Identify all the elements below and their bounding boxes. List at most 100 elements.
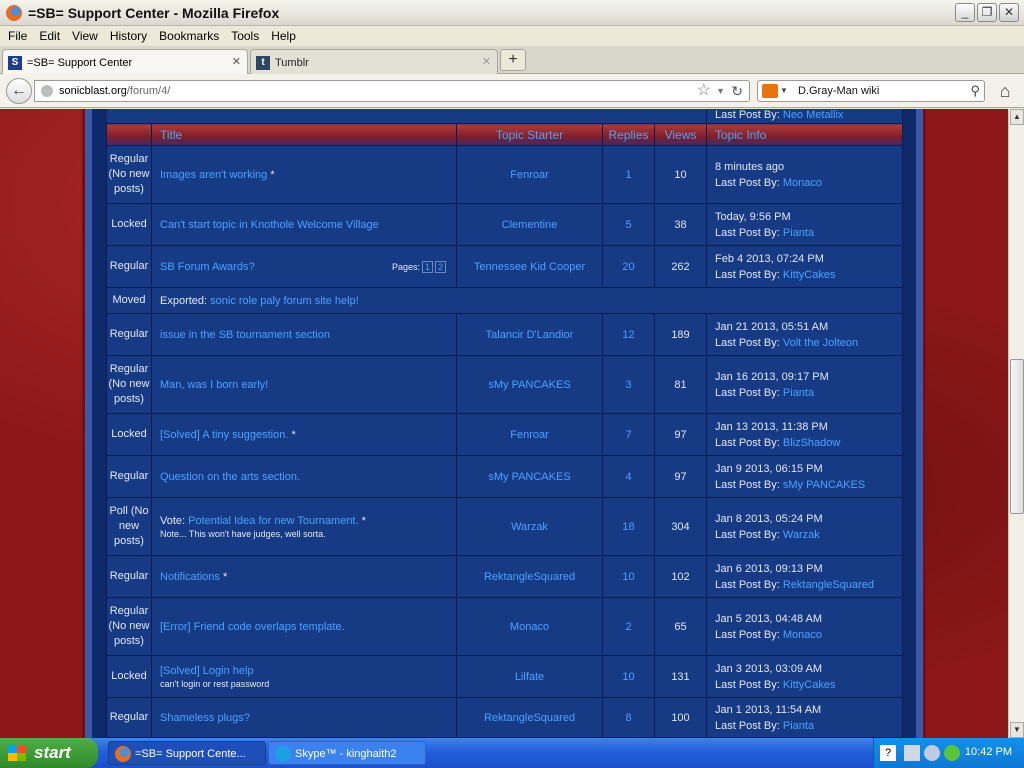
menu-edit[interactable]: Edit — [33, 29, 66, 43]
topic-link[interactable]: Man, was I born early! — [160, 379, 268, 391]
replies-link[interactable]: 2 — [625, 621, 631, 633]
scroll-down-arrow-icon[interactable]: ▼ — [1010, 722, 1024, 738]
topic-link[interactable]: issue in the SB tournament section — [160, 329, 330, 341]
starter-link[interactable]: RektangleSquared — [484, 712, 575, 724]
skype-status-icon[interactable] — [944, 745, 960, 761]
header-views[interactable]: Views — [654, 123, 707, 146]
network-icon[interactable] — [904, 745, 920, 761]
new-tab-button[interactable]: + — [500, 49, 526, 71]
replies-link[interactable]: 10 — [622, 571, 634, 583]
topic-link[interactable]: [Solved] A tiny suggestion. — [160, 429, 288, 441]
replies-link[interactable]: 4 — [625, 471, 631, 483]
last-post-user-link[interactable]: Monaco — [783, 629, 822, 641]
user-link[interactable]: Neo Metallix — [783, 109, 844, 121]
taskbar-item-firefox[interactable]: =SB= Support Cente... — [108, 741, 266, 765]
replies-link[interactable]: 3 — [625, 379, 631, 391]
last-post-user-link[interactable]: Pianta — [783, 227, 814, 239]
replies-link[interactable]: 1 — [625, 169, 631, 181]
replies-link[interactable]: 10 — [622, 671, 634, 683]
replies-link[interactable]: 12 — [622, 329, 634, 341]
chevron-down-icon[interactable]: ▼ — [780, 81, 788, 101]
search-icon[interactable]: ⚲ — [970, 81, 980, 101]
chevron-down-icon[interactable]: ▼ — [716, 81, 725, 101]
last-post-user-link[interactable]: Warzak — [783, 529, 820, 541]
header-topic-info[interactable]: Topic Info — [706, 123, 903, 146]
last-post-user-link[interactable]: KittyCakes — [783, 679, 836, 691]
last-post-user-link[interactable]: KittyCakes — [783, 269, 836, 281]
topic-link[interactable]: Potential Idea for new Tournament. — [188, 515, 358, 527]
page-link[interactable]: 2 — [434, 260, 446, 273]
scroll-up-arrow-icon[interactable]: ▲ — [1010, 109, 1024, 125]
starter-link[interactable]: Tennessee Kid Cooper — [474, 261, 585, 273]
topic-info: Feb 4 2013, 07:24 PM Last Post By: KittyC… — [706, 245, 903, 288]
chevron-left-icon[interactable] — [924, 745, 940, 761]
topic-link[interactable]: Can't start topic in Knothole Welcome Vi… — [160, 219, 379, 231]
topic-link[interactable]: [Error] Friend code overlaps template. — [160, 621, 345, 633]
starter-link[interactable]: sMy PANCAKES — [488, 379, 570, 391]
topic-link[interactable]: SB Forum Awards? — [160, 261, 255, 273]
replies-link[interactable]: 5 — [625, 219, 631, 231]
bookmark-star-icon[interactable]: ☆ — [697, 81, 711, 101]
page-link[interactable]: 1 — [421, 260, 433, 273]
search-bar[interactable]: ▼ D.Gray-Man wiki ⚲ — [757, 80, 985, 102]
starter-link[interactable]: Fenroar — [510, 429, 549, 441]
search-engine-icon[interactable] — [762, 84, 778, 98]
topic-link[interactable]: [Solved] Login help — [160, 665, 254, 677]
starter-link[interactable]: Fenroar — [510, 169, 549, 181]
starter-link[interactable]: Talancir D'Landior — [486, 329, 574, 341]
replies-link[interactable]: 20 — [622, 261, 634, 273]
close-tab-icon[interactable]: ✕ — [232, 55, 241, 68]
minimize-button[interactable]: _ — [955, 3, 975, 22]
last-post-user-link[interactable]: Volt the Jolteon — [783, 337, 858, 349]
last-post-user-link[interactable]: Pianta — [783, 387, 814, 399]
topic-link[interactable]: Shameless plugs? — [160, 712, 250, 724]
last-post-user-link[interactable]: Pianta — [783, 720, 814, 732]
header-replies[interactable]: Replies — [602, 123, 655, 146]
last-post-date: Jan 5 2013, 04:48 AM — [715, 612, 823, 625]
topic-pages: Pages: 1 2 — [392, 260, 446, 273]
replies-link[interactable]: 8 — [625, 712, 631, 724]
starter-link[interactable]: sMy PANCAKES — [488, 471, 570, 483]
last-post-user-link[interactable]: Monaco — [783, 177, 822, 189]
starter-link[interactable]: Clementine — [502, 219, 558, 231]
back-button[interactable]: ← — [6, 78, 32, 104]
topic-link[interactable]: Notifications — [160, 571, 220, 583]
scroll-thumb[interactable] — [1010, 359, 1024, 514]
topic-link[interactable]: Question on the arts section. — [160, 471, 300, 483]
starter-link[interactable]: Monaco — [510, 621, 549, 633]
header-title[interactable]: Title — [151, 123, 457, 146]
sb-favicon-icon: S — [8, 55, 22, 70]
menu-history[interactable]: History — [104, 29, 153, 43]
reload-icon[interactable]: ↻ — [731, 81, 743, 101]
home-icon[interactable]: ⌂ — [994, 82, 1016, 102]
menu-help[interactable]: Help — [265, 29, 302, 43]
starter-link[interactable]: Warzak — [511, 521, 548, 533]
table-row: Locked Can't start topic in Knothole Welc… — [106, 203, 903, 246]
menu-file[interactable]: File — [0, 29, 33, 43]
replies-link[interactable]: 18 — [622, 521, 634, 533]
start-button[interactable]: start — [0, 738, 98, 768]
help-icon[interactable]: ? — [880, 745, 896, 761]
url-bar[interactable]: sonicblast.org/forum/4/ ☆ ▼ ↻ — [34, 80, 750, 102]
tab-sb-support-center[interactable]: S =SB= Support Center ✕ — [2, 49, 248, 75]
topic-status: Locked — [106, 655, 152, 698]
restore-button[interactable]: ❐ — [977, 3, 997, 22]
moved-topic-link[interactable]: sonic role paly forum site help! — [210, 295, 359, 307]
taskbar-item-skype[interactable]: Skype™ - kinghaith2 — [268, 741, 426, 765]
tab-tumblr[interactable]: t Tumblr ✕ — [250, 49, 498, 75]
close-tab-icon[interactable]: ✕ — [482, 55, 491, 68]
close-button[interactable]: ✕ — [999, 3, 1019, 22]
replies-link[interactable]: 7 — [625, 429, 631, 441]
menu-view[interactable]: View — [66, 29, 104, 43]
starter-link[interactable]: Lilfate — [515, 671, 544, 683]
last-post-user-link[interactable]: sMy PANCAKES — [783, 479, 865, 491]
vertical-scrollbar[interactable]: ▲ ▼ — [1008, 109, 1024, 738]
starter-link[interactable]: RektangleSquared — [484, 571, 575, 583]
header-topic-starter[interactable]: Topic Starter — [456, 123, 603, 146]
topic-title-cell: Images aren't working * — [151, 145, 457, 204]
last-post-user-link[interactable]: RektangleSquared — [783, 579, 874, 591]
topic-link[interactable]: Images aren't working — [160, 169, 267, 181]
menu-bookmarks[interactable]: Bookmarks — [153, 29, 225, 43]
menu-tools[interactable]: Tools — [225, 29, 265, 43]
last-post-user-link[interactable]: BlizShadow — [783, 437, 840, 449]
